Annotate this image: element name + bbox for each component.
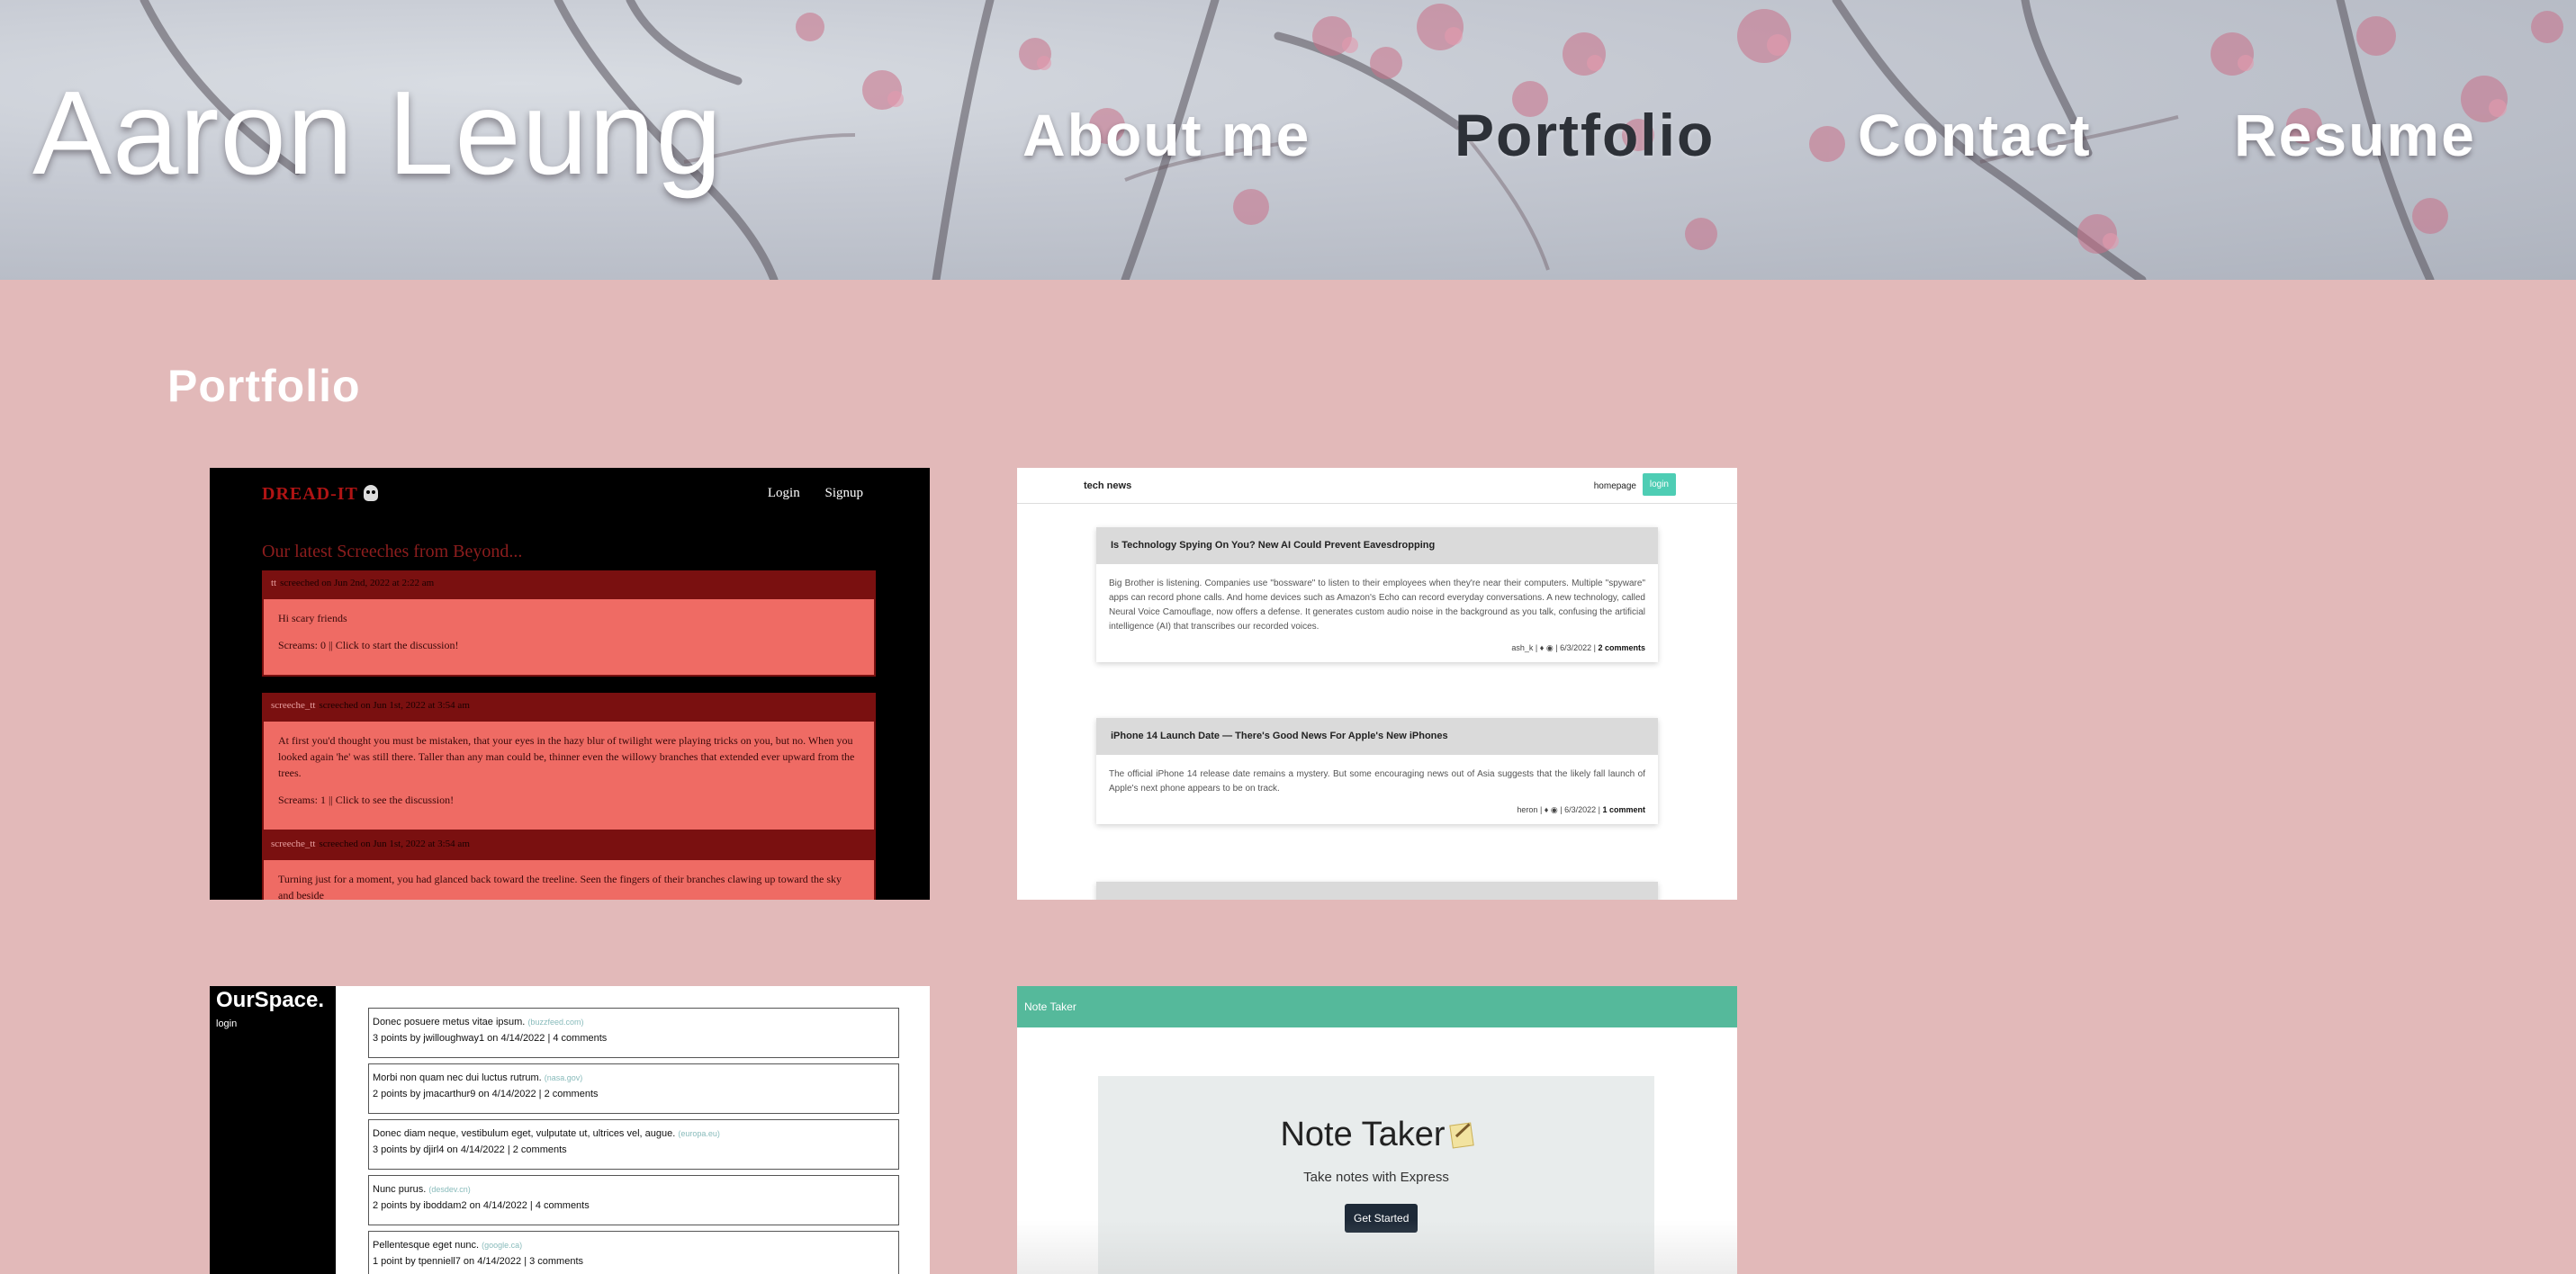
project-card-tech-news[interactable]: tech news homepage login Is Technology S…: [1017, 468, 1737, 900]
post-header: tt screeched on Jun 2nd, 2022 at 2:22 am: [262, 570, 876, 599]
article-date: 6/3/2022: [1560, 643, 1592, 652]
item-title: Pellentesque eget nunc.: [373, 1240, 480, 1251]
notetaker-title: Note Taker: [1098, 1116, 1654, 1154]
project-card-note-taker[interactable]: Note Taker Note Taker Take notes with Ex…: [1017, 986, 1737, 1274]
article-author: ash_k: [1511, 643, 1534, 652]
item-title: Morbi non quam nec dui luctus rutrum.: [373, 1072, 542, 1083]
item-domain: (desdev.cn): [428, 1185, 471, 1194]
post-body: Turning just for a moment, you had glanc…: [264, 860, 874, 900]
list-item: Pellentesque eget nunc. (google.ca) 1 po…: [368, 1231, 899, 1274]
post-footer: Screams: 0 || Click to start the discuss…: [278, 639, 459, 651]
post-meta: screeched on Jun 1st, 2022 at 3:54 am: [319, 700, 470, 711]
hero-header: Aaron Leung About me Portfolio Contact R…: [0, 0, 2576, 280]
github-icon: ◉: [1545, 643, 1554, 652]
post-footer: Screams: 1 || Click to see the discussio…: [278, 794, 455, 806]
technews-login-button: login: [1642, 473, 1676, 496]
dreadit-post: screeche_tt screeched on Jun 1st, 2022 at…: [262, 693, 876, 831]
post-text: Turning just for a moment, you had glanc…: [278, 873, 842, 900]
post-body: At first you'd thought you must be mista…: [264, 722, 874, 830]
list-item: Morbi non quam nec dui luctus rutrum. (n…: [368, 1063, 899, 1114]
article-meta: ash_k | ♦ ◉ | 6/3/2022 | 2 comments: [1511, 643, 1645, 652]
dreadit-logo-text: DREAD-IT: [262, 484, 358, 504]
ourspace-brand: OurSpace.: [216, 988, 325, 1012]
article-title: Is Technology Spying On You? New AI Coul…: [1096, 527, 1658, 564]
notetaker-title-text: Note Taker: [1280, 1116, 1446, 1153]
article-meta: heron | ♦ ◉ | 6/3/2022 | 1 comment: [1517, 805, 1645, 814]
list-item: Donec diam neque, vestibulum eget, vulpu…: [368, 1119, 899, 1170]
post-text: Hi scary friends: [278, 612, 347, 624]
technews-article: iPhone 14 Launch Date — There's Good New…: [1096, 718, 1658, 824]
portfolio-heading: Portfolio: [167, 361, 361, 411]
twitter-icon: ♦: [1544, 805, 1549, 814]
article-title-placeholder: [1096, 882, 1658, 900]
item-meta: 2 points by jmacarthur9 on 4/14/2022 | 2…: [373, 1089, 599, 1099]
post-header: screeche_tt screeched on Jun 1st, 2022 at…: [262, 693, 876, 722]
item-domain: (buzzfeed.com): [527, 1018, 584, 1027]
skull-icon: [363, 485, 378, 501]
project-card-ourspace[interactable]: OurSpace. login Donec posuere metus vita…: [210, 986, 930, 1274]
item-title: Nunc purus.: [373, 1184, 427, 1195]
article-body: Big Brother is listening. Companies use …: [1109, 579, 1645, 632]
ourspace-sidebar: OurSpace. login: [210, 986, 336, 1274]
card-fade: [1017, 1220, 1737, 1274]
dreadit-heading: Our latest Screeches from Beyond...: [262, 542, 523, 561]
post-header: screeche_tt screeched on Jun 1st, 2022 at…: [262, 831, 876, 860]
item-domain: (nasa.gov): [544, 1073, 583, 1082]
dreadit-logo: DREAD-IT: [262, 484, 378, 505]
dreadit-post: tt screeched on Jun 2nd, 2022 at 2:22 am …: [262, 570, 876, 677]
post-body: Hi scary friends Screams: 0 || Click to …: [264, 599, 874, 675]
post-text: At first you'd thought you must be mista…: [278, 734, 855, 779]
item-meta: 3 points by djirl4 on 4/14/2022 | 2 comm…: [373, 1144, 567, 1155]
item-meta: 2 points by iboddam2 on 4/14/2022 | 4 co…: [373, 1200, 590, 1211]
post-meta: screeched on Jun 1st, 2022 at 3:54 am: [319, 839, 470, 849]
nav-portfolio[interactable]: Portfolio: [1455, 99, 1715, 171]
post-user: screeche_tt: [271, 839, 316, 849]
article-body: The official iPhone 14 release date rema…: [1109, 769, 1645, 794]
notetaker-navbar: Note Taker: [1017, 986, 1737, 1027]
dreadit-login-link: Login: [767, 486, 800, 500]
item-meta: 1 point by tpenniell7 on 4/14/2022 | 3 c…: [373, 1256, 584, 1267]
dreadit-post: screeche_tt screeched on Jun 1st, 2022 at…: [262, 831, 876, 900]
technews-homepage-link: homepage: [1593, 481, 1636, 491]
nav-about-me[interactable]: About me: [1022, 99, 1311, 171]
article-comments: 1 comment: [1602, 805, 1645, 814]
item-domain: (europa.eu): [678, 1129, 720, 1138]
list-item: Donec posuere metus vitae ipsum. (buzzfe…: [368, 1008, 899, 1058]
post-user: tt: [271, 578, 277, 588]
ourspace-login-link: login: [216, 1018, 238, 1029]
twitter-icon: ♦: [1539, 643, 1545, 652]
item-meta: 3 points by jwilloughway1 on 4/14/2022 |…: [373, 1033, 608, 1044]
memo-icon: [1448, 1122, 1474, 1149]
article-date: 6/3/2022: [1564, 805, 1597, 814]
technews-article: Is Technology Spying On You? New AI Coul…: [1096, 527, 1658, 662]
technews-topbar: tech news homepage login: [1017, 468, 1737, 504]
nav-contact[interactable]: Contact: [1858, 99, 2092, 171]
item-title: Donec posuere metus vitae ipsum.: [373, 1017, 526, 1027]
nav-resume[interactable]: Resume: [2234, 99, 2476, 171]
technews-brand: tech news: [1084, 480, 1132, 491]
item-title: Donec diam neque, vestibulum eget, vulpu…: [373, 1128, 676, 1139]
post-user: screeche_tt: [271, 700, 316, 711]
dreadit-nav: Login Signup: [746, 486, 863, 501]
main-nav: About me Portfolio Contact Resume: [0, 99, 2576, 171]
technews-article: [1096, 882, 1658, 900]
post-meta: screeched on Jun 2nd, 2022 at 2:22 am: [280, 578, 435, 588]
item-domain: (google.ca): [482, 1241, 523, 1250]
github-icon: ◉: [1550, 805, 1558, 814]
article-author: heron: [1517, 805, 1538, 814]
list-item: Nunc purus. (desdev.cn) 2 points by ibod…: [368, 1175, 899, 1225]
article-comments: 2 comments: [1598, 643, 1645, 652]
dreadit-signup-link: Signup: [824, 486, 863, 500]
project-card-dreadit[interactable]: DREAD-IT Login Signup Our latest Screech…: [210, 468, 930, 900]
notetaker-subtitle: Take notes with Express: [1303, 1170, 1449, 1185]
article-title: iPhone 14 Launch Date — There's Good New…: [1096, 718, 1658, 755]
